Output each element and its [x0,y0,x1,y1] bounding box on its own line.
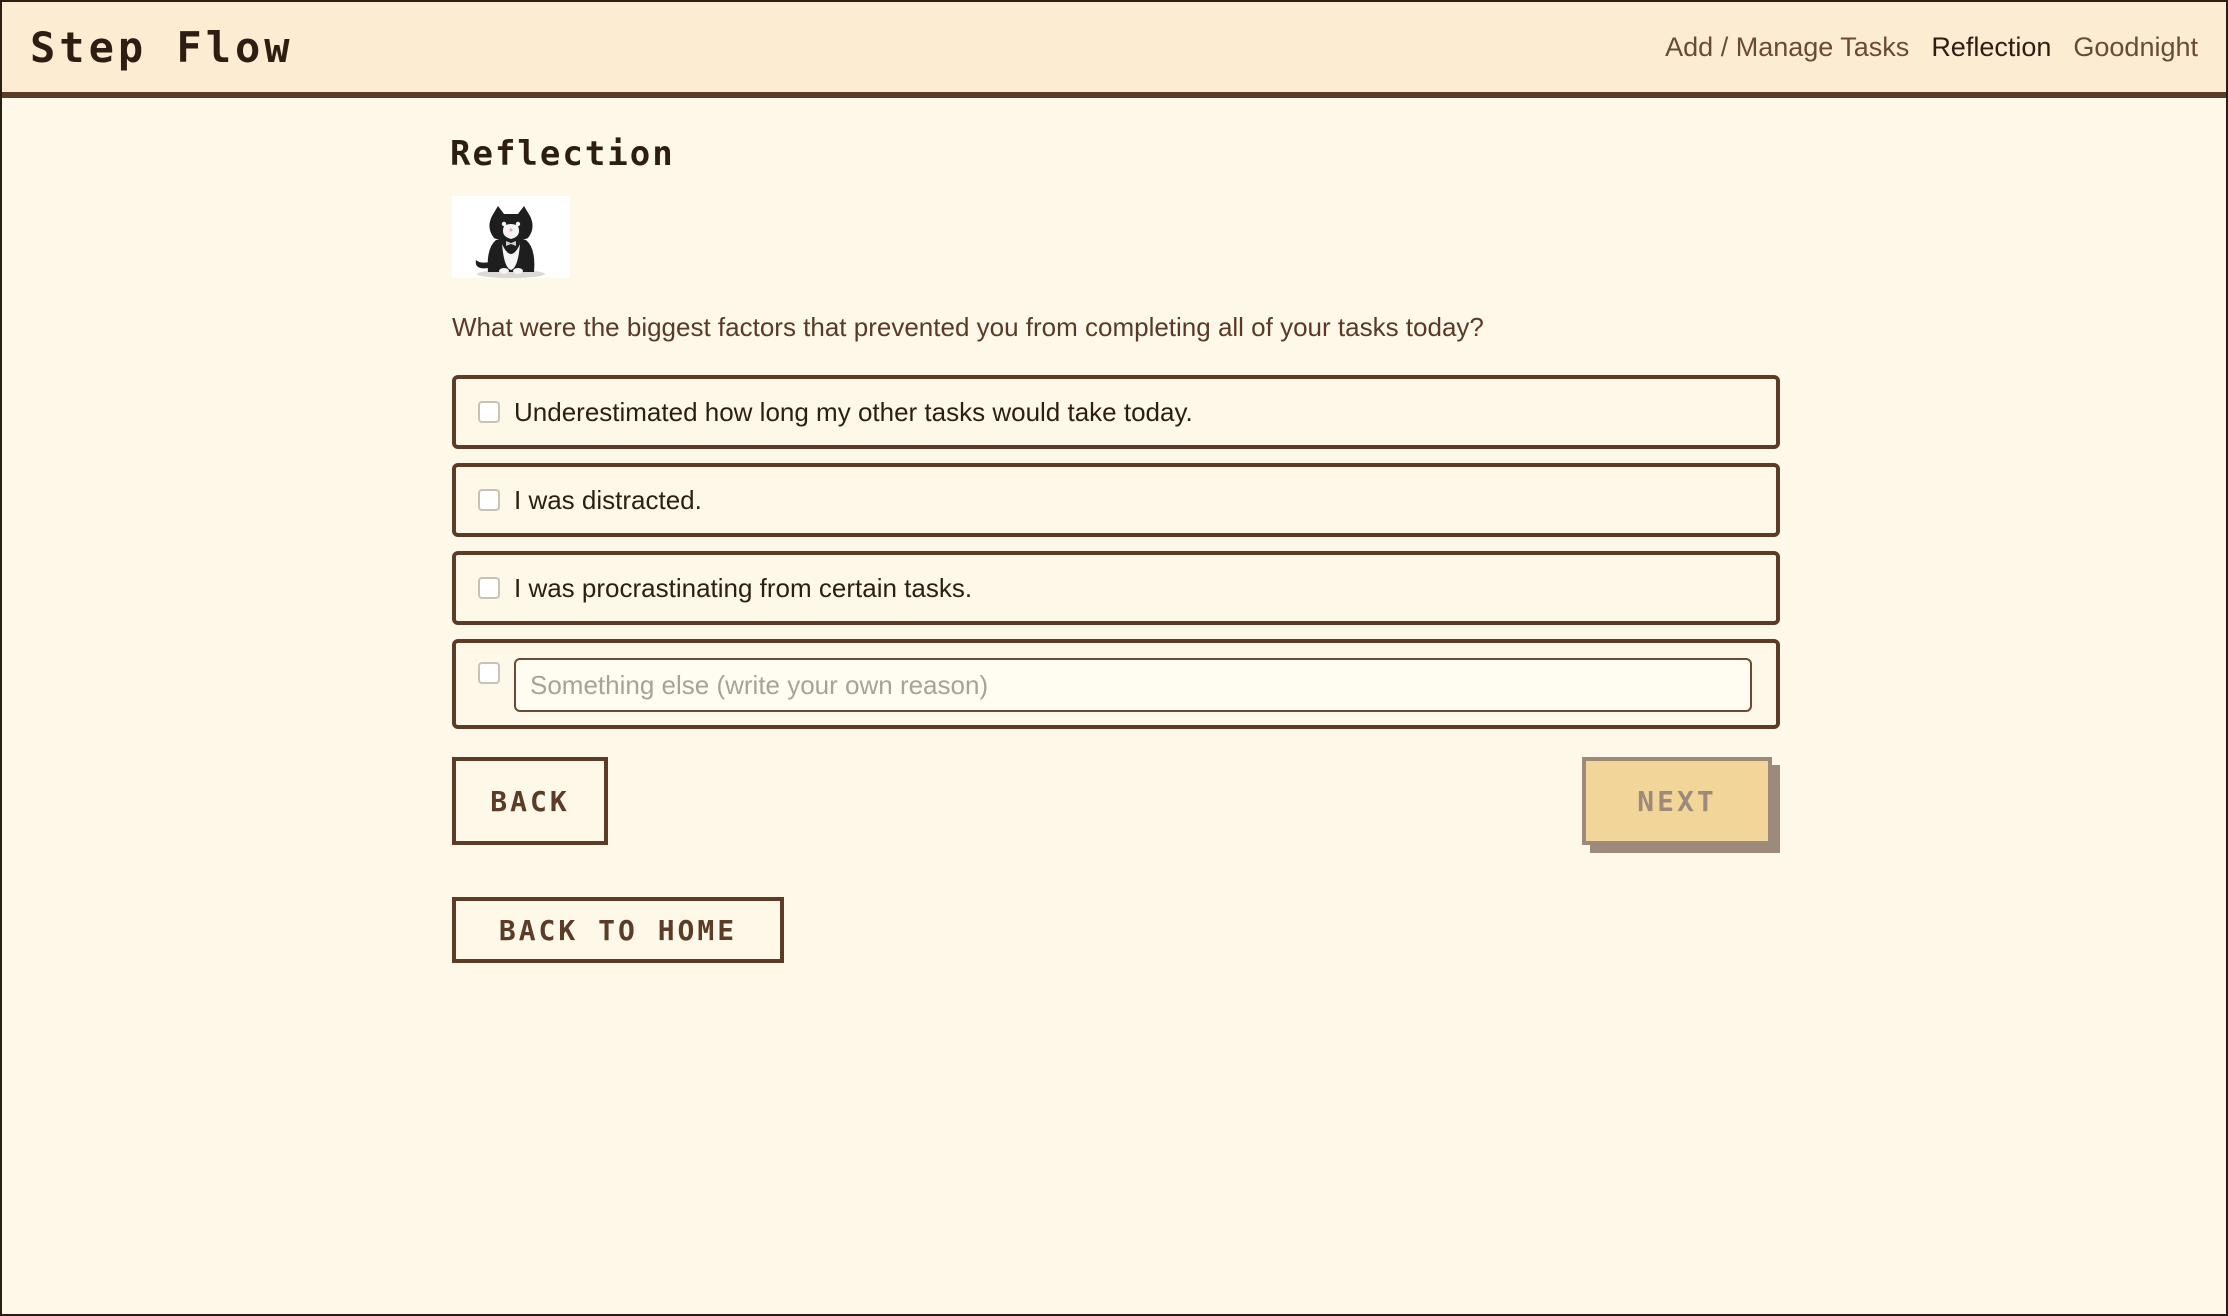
cat-icon [452,196,570,278]
back-to-home-button[interactable]: BACK TO HOME [452,897,784,963]
option-custom [452,639,1780,729]
wizard-buttons: BACK NEXT [452,757,1780,853]
main-nav: Add / Manage Tasks Reflection Goodnight [1665,32,2198,63]
option-label: Underestimated how long my other tasks w… [514,396,1193,427]
option-label: I was procrastinating from certain tasks… [514,572,973,603]
reason-options: Underestimated how long my other tasks w… [452,375,1780,729]
checkbox-distracted[interactable] [478,489,500,511]
custom-reason-input[interactable] [514,658,1752,712]
checkbox-custom[interactable] [478,662,500,684]
cat-illustration [475,206,545,278]
option-label: I was distracted. [514,484,702,515]
nav-reflection[interactable]: Reflection [1931,32,2051,63]
nav-add-manage-tasks[interactable]: Add / Manage Tasks [1665,32,1909,63]
back-button[interactable]: BACK [452,757,608,845]
checkbox-underestimated[interactable] [478,401,500,423]
option-underestimated[interactable]: Underestimated how long my other tasks w… [452,375,1780,449]
option-distracted[interactable]: I was distracted. [452,463,1780,537]
app-window: Step Flow Add / Manage Tasks Reflection … [0,0,2228,1316]
next-button[interactable]: NEXT [1582,757,1772,845]
nav-goodnight[interactable]: Goodnight [2073,32,2198,63]
option-procrastinating[interactable]: I was procrastinating from certain tasks… [452,551,1780,625]
checkbox-procrastinating[interactable] [478,577,500,599]
reflection-panel: Reflection What were the biggest factors… [450,134,1780,963]
app-title: Step Flow [30,22,294,72]
top-bar: Step Flow Add / Manage Tasks Reflection … [2,2,2226,98]
next-button-wrap: NEXT [1582,757,1780,853]
page-title: Reflection [450,134,675,174]
reflection-question: What were the biggest factors that preve… [452,312,1484,342]
